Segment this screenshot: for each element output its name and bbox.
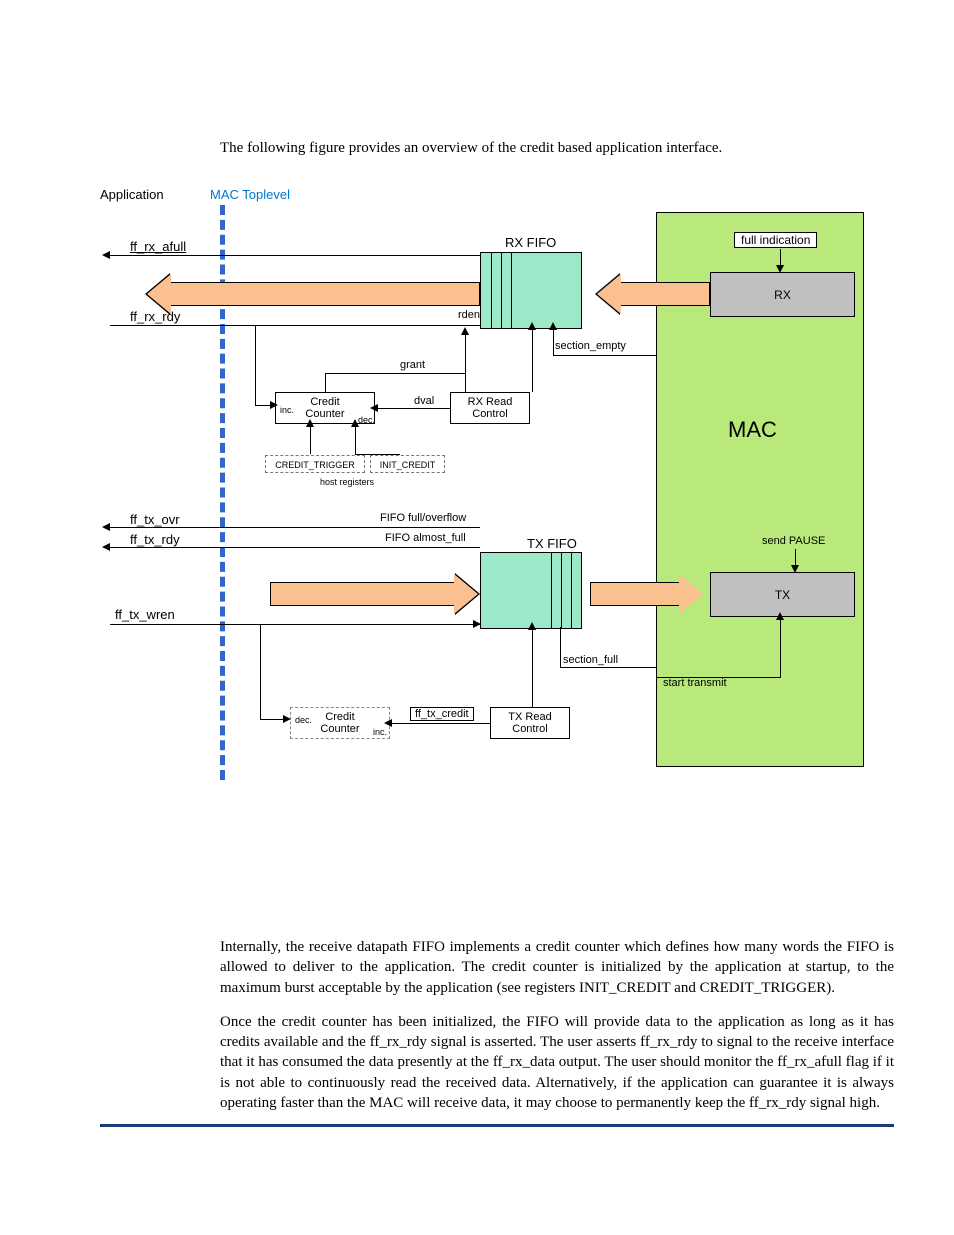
ff-tx-credit-label: ff_tx_credit — [410, 707, 474, 721]
footer-rule — [100, 1124, 894, 1127]
rden-label: rden — [458, 309, 480, 321]
ff-rx-rdy-label: ff_rx_rdy — [130, 309, 180, 324]
line — [255, 325, 256, 405]
line — [560, 627, 561, 667]
line — [325, 373, 465, 374]
fifo-to-app-arrow — [170, 282, 480, 306]
arrow — [102, 251, 110, 259]
rx-read-control-box: RX Read Control — [450, 392, 530, 424]
ff-rx-afull-label: ff_rx_afull — [130, 239, 186, 254]
line — [110, 547, 480, 548]
arrow — [306, 419, 314, 427]
line — [355, 424, 356, 454]
line — [560, 667, 656, 668]
start-transmit-label: start transmit — [663, 677, 727, 689]
paragraph-2: Once the credit counter has been initial… — [220, 1012, 894, 1113]
rx-box: RX — [710, 272, 855, 317]
block-diagram: Application MAC Toplevel MAC full indica… — [100, 187, 870, 787]
line — [532, 327, 533, 392]
tx-read-control-box: TX Read Control — [490, 707, 570, 739]
section-empty-label: section_empty — [555, 340, 626, 352]
arrow — [283, 715, 291, 723]
tx-fifo-box — [480, 552, 582, 629]
arrow — [528, 322, 536, 330]
body-text: Internally, the receive datapath FIFO im… — [220, 937, 894, 1113]
paragraph-1: Internally, the receive datapath FIFO im… — [220, 937, 894, 998]
rx-to-fifo-arrow — [620, 282, 710, 306]
arrow — [102, 543, 110, 551]
arrow — [370, 404, 378, 412]
line — [110, 255, 480, 256]
arrow — [384, 719, 392, 727]
line — [260, 624, 261, 719]
ff-tx-wren-label: ff_tx_wren — [115, 607, 175, 622]
line — [355, 454, 400, 455]
mac-title: MAC — [728, 417, 777, 443]
section-full-label: section_full — [563, 654, 618, 666]
mac-toplevel-label: MAC Toplevel — [210, 187, 290, 202]
rx-fifo-box — [480, 252, 582, 329]
ff-tx-ovr-label: ff_tx_ovr — [130, 512, 180, 527]
grant-label: grant — [400, 359, 425, 371]
fifo-almost-full-label: FIFO almost_full — [385, 532, 466, 544]
line — [553, 355, 656, 356]
tx-fifo-label: TX FIFO — [527, 536, 577, 551]
tx-inc-label: inc. — [373, 727, 387, 737]
arrow — [776, 612, 784, 620]
line — [310, 424, 311, 454]
arrow — [528, 622, 536, 630]
dec-label: dec. — [358, 415, 375, 425]
line — [465, 332, 466, 373]
full-indication-label: full indication — [734, 232, 817, 248]
host-registers-label: host registers — [320, 477, 374, 487]
credit-trigger-box: CREDIT_TRIGGER — [265, 455, 365, 473]
line — [110, 325, 480, 326]
app-to-txfifo-arrow — [270, 582, 455, 606]
init-credit-box: INIT_CREDIT — [370, 455, 445, 473]
fifo-full-overflow-label: FIFO full/overflow — [380, 512, 466, 524]
tx-box: TX — [710, 572, 855, 617]
send-pause-label: send PAUSE — [762, 535, 825, 547]
inc-label: inc. — [280, 405, 294, 415]
arrow — [102, 523, 110, 531]
intro-text: The following figure provides an overvie… — [220, 140, 894, 157]
line — [390, 723, 490, 724]
rx-fifo-label: RX FIFO — [505, 235, 556, 250]
arrow — [473, 620, 481, 628]
line — [110, 624, 480, 625]
line — [110, 527, 480, 528]
line — [656, 677, 781, 678]
line — [532, 627, 533, 707]
dval-label: dval — [414, 395, 434, 407]
line — [325, 373, 326, 393]
line — [553, 327, 554, 355]
arrow — [270, 401, 278, 409]
application-label: Application — [100, 187, 164, 202]
arrow — [549, 322, 557, 330]
txfifo-to-tx-arrow — [590, 582, 680, 606]
ff-tx-rdy-label: ff_tx_rdy — [130, 532, 180, 547]
arrow — [351, 419, 359, 427]
line — [375, 408, 450, 409]
line — [465, 373, 466, 393]
line — [780, 617, 781, 677]
tx-dec-label: dec. — [295, 715, 312, 725]
